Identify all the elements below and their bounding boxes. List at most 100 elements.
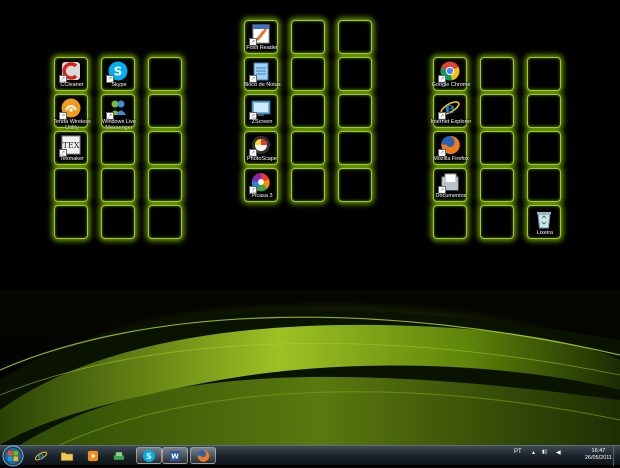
glow-tile: [291, 94, 325, 128]
glow-tile: [148, 57, 182, 91]
glow-tile: [291, 168, 325, 202]
glow-tile: [148, 131, 182, 165]
skype-icon: S ↗: [106, 60, 129, 83]
taskbar-windows-explorer-button[interactable]: [54, 447, 80, 464]
glow-tile: [338, 94, 372, 128]
desktop-shortcut[interactable]: ↗ ZScreen: [244, 94, 278, 128]
desktop-icon-label: Tenda Wireless Utility: [53, 119, 91, 131]
media-player-icon: [86, 449, 100, 463]
taskbar-internet-explorer-button[interactable]: e: [28, 447, 54, 464]
desktop-shortcut[interactable]: S ↗ Skype: [101, 57, 135, 91]
glow-tile: [338, 57, 372, 91]
desktop-icon-label: Bloco de Notas: [243, 82, 281, 88]
taskbar: e S W PT ▴ ▮▯ ◀ 16:47 26/05/2011: [0, 445, 620, 467]
desktop[interactable]: ↗ CCleaner S ↗ Skype ↗ Tenda Wireless Utility ↗…: [0, 0, 620, 445]
clock-time: 16:47: [591, 448, 606, 454]
glow-tile: [338, 131, 372, 165]
glow-tile: [54, 205, 88, 239]
clock[interactable]: 16:47 26/05/2011: [585, 448, 612, 462]
recycle-bin-icon: [533, 208, 555, 230]
glow-tile: [101, 131, 135, 165]
clock-date: 26/05/2011: [584, 455, 612, 461]
glow-tile: [148, 205, 182, 239]
show-desktop-button[interactable]: [613, 446, 620, 466]
tenda-icon: ↗: [59, 97, 82, 120]
wallpaper-wave: [0, 309, 620, 445]
desktop-shortcut[interactable]: ↗ Tenda Wireless Utility: [53, 94, 91, 131]
desktop-shortcut[interactable]: ↗ Google Chrome: [432, 57, 470, 91]
documents-icon: ↗: [438, 171, 461, 194]
glow-tile: [480, 94, 514, 128]
desktop-icon-label: Foxit Reader: [246, 45, 278, 51]
texmaker-icon: TEX ↗: [59, 134, 82, 157]
photoscape-icon: ↗: [249, 134, 272, 157]
language-indicator[interactable]: PT: [514, 449, 522, 455]
notepad-icon: ↗: [249, 60, 272, 83]
taskbar-word-button[interactable]: W: [162, 447, 188, 464]
network-icon: [112, 449, 126, 463]
start-button[interactable]: [2, 445, 24, 467]
chrome-icon: ↗: [438, 60, 461, 83]
svg-text:e: e: [445, 99, 455, 118]
ie-icon: e ↗: [438, 97, 461, 120]
glow-tile: [101, 205, 135, 239]
taskbar-network-app-button[interactable]: [106, 447, 132, 464]
glow-tile: [291, 20, 325, 54]
desktop-icon-label: Lixeira: [536, 230, 554, 236]
glow-tile: [148, 94, 182, 128]
glow-tile: [527, 168, 561, 202]
desktop-icon-label: Windows Live Messenger: [102, 119, 136, 131]
svg-text:W: W: [171, 452, 179, 460]
glow-tile: [480, 205, 514, 239]
taskbar-media-player-button[interactable]: [80, 447, 106, 464]
skype-icon: S: [142, 449, 156, 463]
zscreen-icon: ↗: [249, 97, 272, 120]
glow-tile: [433, 205, 467, 239]
desktop-icon-label: Texmaker: [60, 156, 84, 162]
desktop-shortcut[interactable]: ↗ CCleaner: [54, 57, 88, 91]
foxit-icon: ↗: [249, 23, 272, 46]
glow-tile: [291, 131, 325, 165]
word-icon: W: [168, 449, 182, 463]
taskbar-firefox-button[interactable]: [190, 447, 216, 464]
desktop-shortcut[interactable]: ↗ Windows Live Messenger: [101, 94, 136, 131]
picasa-icon: ↗: [249, 171, 272, 194]
desktop-shortcut[interactable]: e ↗ Internet Explorer: [431, 94, 471, 128]
glow-tile: [338, 20, 372, 54]
desktop-icon-label: Internet Explorer: [430, 119, 472, 125]
taskbar-skype-button[interactable]: S: [136, 447, 162, 464]
desktop-shortcut[interactable]: ↗ Picasa 3: [244, 168, 278, 202]
firefox-icon: ↗: [438, 134, 461, 157]
desktop-icon-label: Mozilla Firefox: [433, 156, 469, 162]
glow-tile: [148, 168, 182, 202]
desktop-shortcut[interactable]: TEX ↗ Texmaker: [54, 131, 88, 165]
glow-tile: [291, 57, 325, 91]
desktop-icon-label: Documentos: [435, 193, 467, 199]
glow-tile: [338, 168, 372, 202]
desktop-icon-label: ZScreen: [251, 119, 273, 125]
desktop-icon-label: Skype: [111, 82, 127, 88]
desktop-shortcut[interactable]: ↗ Documentos: [433, 168, 467, 202]
desktop-icon-label: Google Chrome: [431, 82, 471, 88]
desktop-shortcut[interactable]: ↗ PhotoScape: [244, 131, 278, 165]
glow-tile: [54, 168, 88, 202]
desktop-shortcut[interactable]: ↗ Bloco de Notas: [243, 57, 281, 91]
glow-tile: [101, 168, 135, 202]
desktop-shortcut[interactable]: ↗ Mozilla Firefox: [433, 131, 469, 165]
ccleaner-icon: ↗: [59, 60, 82, 83]
volume-icon[interactable]: ◀: [556, 449, 561, 456]
glow-tile: [480, 131, 514, 165]
desktop-icon-label: CCleaner: [60, 82, 84, 88]
ie-icon: e: [34, 449, 48, 463]
firefox-icon: [196, 449, 210, 463]
desktop-shortcut[interactable]: Lixeira: [527, 205, 561, 239]
glow-tile: [527, 131, 561, 165]
glow-tile: [480, 57, 514, 91]
desktop-icon-label: Picasa 3: [251, 193, 273, 199]
network-tray-icon[interactable]: ▮▯: [542, 449, 548, 455]
svg-text:S: S: [146, 451, 152, 460]
desktop-shortcut[interactable]: ↗ Foxit Reader: [244, 20, 278, 54]
tray-up-icon[interactable]: ▴: [532, 449, 535, 456]
glow-tile: [480, 168, 514, 202]
glow-tile: [527, 57, 561, 91]
